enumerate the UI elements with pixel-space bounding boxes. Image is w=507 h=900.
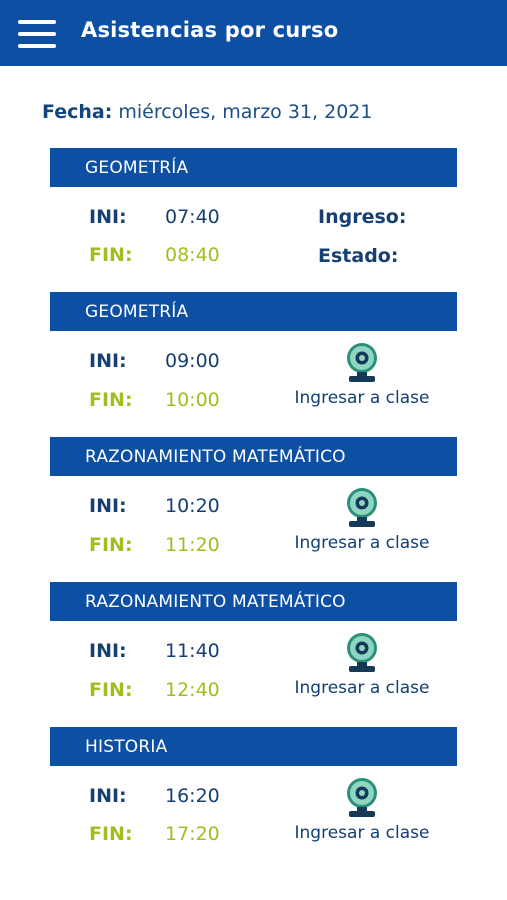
join-class-button[interactable]: Ingresar a clase (280, 342, 444, 408)
ini-label: INI: (89, 495, 127, 517)
page-title: Asistencias por curso (81, 18, 339, 42)
class-name: GEOMETRÍA (50, 148, 457, 187)
ini-time: 10:20 (165, 495, 220, 517)
join-class-button[interactable]: Ingresar a clase (280, 632, 444, 698)
webcam-icon (347, 778, 377, 817)
class-name: RAZONAMIENTO MATEMÁTICO (50, 437, 457, 476)
class-name: HISTORIA (50, 727, 457, 766)
date-label: Fecha: (42, 101, 113, 123)
join-class-label: Ingresar a clase (294, 388, 430, 408)
class-card: RAZONAMIENTO MATEMÁTICO INI: 11:40 FIN: … (50, 582, 457, 701)
fin-label: FIN: (89, 823, 133, 845)
class-card: HISTORIA INI: 16:20 FIN: 17:20 Ingresar … (50, 727, 457, 845)
ini-label: INI: (89, 350, 127, 372)
webcam-icon (347, 488, 377, 527)
join-class-button[interactable]: Ingresar a clase (280, 487, 444, 553)
class-card: RAZONAMIENTO MATEMÁTICO INI: 10:20 FIN: … (50, 437, 457, 556)
fin-label: FIN: (89, 679, 133, 701)
ini-time: 16:20 (165, 785, 220, 807)
menu-icon[interactable] (18, 20, 56, 48)
class-name: GEOMETRÍA (50, 292, 457, 331)
app-bar: Asistencias por curso (0, 0, 507, 66)
ini-label: INI: (89, 785, 127, 807)
webcam-icon (347, 633, 377, 672)
ini-label: INI: (89, 206, 127, 228)
join-class-label: Ingresar a clase (294, 533, 430, 553)
date-line: Fecha: miércoles, marzo 31, 2021 (42, 101, 372, 123)
estado-label: Estado: (318, 245, 399, 267)
fin-label: FIN: (89, 534, 133, 556)
ini-time: 07:40 (165, 206, 220, 228)
ini-label: INI: (89, 640, 127, 662)
fin-time: 11:20 (165, 534, 220, 556)
ini-time: 09:00 (165, 350, 220, 372)
join-class-button[interactable]: Ingresar a clase (280, 777, 444, 843)
fin-label: FIN: (89, 244, 133, 266)
fin-label: FIN: (89, 389, 133, 411)
webcam-icon (347, 343, 377, 382)
class-card: GEOMETRÍA INI: 07:40 FIN: 08:40 Ingreso:… (50, 148, 457, 267)
join-class-label: Ingresar a clase (294, 678, 430, 698)
fin-time: 12:40 (165, 679, 220, 701)
ini-time: 11:40 (165, 640, 220, 662)
join-class-label: Ingresar a clase (294, 823, 430, 843)
class-name: RAZONAMIENTO MATEMÁTICO (50, 582, 457, 621)
class-card: GEOMETRÍA INI: 09:00 FIN: 10:00 Ingresar… (50, 292, 457, 411)
date-value: miércoles, marzo 31, 2021 (118, 101, 373, 123)
fin-time: 08:40 (165, 244, 220, 266)
ingreso-label: Ingreso: (318, 206, 407, 228)
fin-time: 10:00 (165, 389, 220, 411)
fin-time: 17:20 (165, 823, 220, 845)
